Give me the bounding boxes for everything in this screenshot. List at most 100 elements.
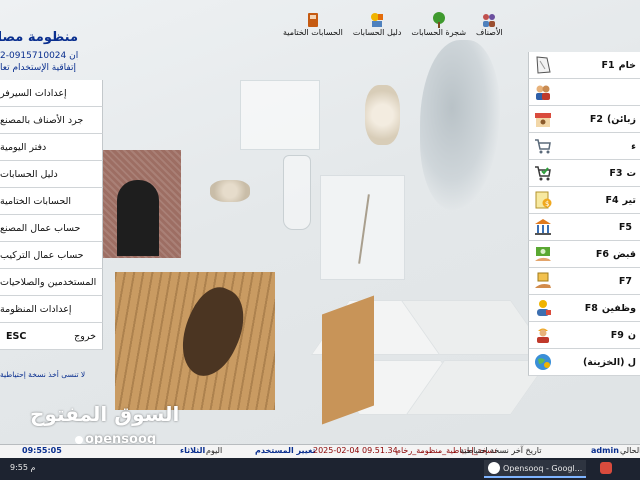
status-last-backup-label: تاريخ آخر نسخة إحتياطية <box>460 446 542 455</box>
taskbar-clock[interactable]: 9:55 م <box>10 463 35 472</box>
status-time: 09:55:05 <box>22 446 62 455</box>
taskbar-browser-button[interactable]: Opensooq - Googl... <box>484 460 587 478</box>
user-info: مروان 0915710024-2 <box>0 51 78 61</box>
watermark-dot-icon <box>75 435 83 444</box>
menu-shop[interactable]: F2 زبائن) <box>528 106 640 133</box>
toolbar-accounts-guide-button[interactable]: دليل الحسابات <box>350 12 405 44</box>
shortcut-key: F7 <box>618 275 632 287</box>
menu-receipts[interactable]: F6 قبض <box>528 241 640 268</box>
toolbar-label: شجرة الحسابات <box>411 28 467 37</box>
background-bottle <box>283 155 311 230</box>
menu-accounts-guide[interactable]: دليل الحسابات <box>0 161 103 188</box>
shortcut-key: F2 <box>589 113 603 125</box>
shortcut-key: F3 <box>609 167 623 179</box>
menu-closing-accounts[interactable]: الحسابات الختامية <box>0 188 103 215</box>
app-title: منظومة مصانع <box>0 30 78 45</box>
customers-icon <box>532 81 554 103</box>
menu-bank[interactable]: F5 <box>528 214 640 241</box>
items-people-icon <box>480 12 498 28</box>
menu-workers[interactable]: F9 ن <box>528 322 640 349</box>
menu-daily-journal[interactable]: دفتر اليومية <box>0 134 103 161</box>
watermark-arabic: السوق المفتوح <box>30 402 180 426</box>
svg-text:$: $ <box>545 200 549 208</box>
tree-icon <box>430 12 448 28</box>
menu-label: خام <box>618 59 636 71</box>
menu-users-permissions[interactable]: المستخدمين والصلاحيات <box>0 269 103 296</box>
exit-label: خروج <box>74 330 96 342</box>
menu-invoices[interactable]: $ F4 تير <box>528 187 640 214</box>
worker-icon <box>532 324 554 346</box>
invoice-dollar-icon: $ <box>532 189 554 211</box>
toolbar-label: الحسابات الختامية <box>283 28 343 37</box>
menu-label: وظفين <box>601 302 636 314</box>
toolbar-tree-button[interactable]: شجرة الحسابات <box>408 12 469 44</box>
windows-taskbar: 9:55 م Opensooq - Googl... <box>0 458 640 480</box>
exit-shortcut: ESC <box>6 330 27 342</box>
status-user: admin <box>591 446 619 455</box>
menu-server-settings[interactable]: إعدادات السيرفر <box>0 80 103 107</box>
marble-slab-icon <box>532 54 554 76</box>
receipt-hand-icon <box>532 243 554 265</box>
menu-label: قبض <box>612 248 636 260</box>
menu-payments[interactable]: F7 <box>528 268 640 295</box>
license-link[interactable]: إتفاقية الإستخدام تعا <box>0 63 78 73</box>
cart-check-icon <box>532 162 554 184</box>
shortcut-key: F5 <box>618 221 632 233</box>
menu-employees[interactable]: F8 وظفين <box>528 295 640 322</box>
backup-reminder: لا تنسى أخذ نسخة إحتياطية <box>0 370 86 379</box>
menu-installation-workers[interactable]: حساب عمال التركيب <box>0 242 103 269</box>
background-photo <box>103 150 181 258</box>
background-flower <box>365 85 400 145</box>
background-wood-slab <box>115 272 275 410</box>
toolbar-items-button[interactable]: الأصناف <box>473 12 506 44</box>
change-user-link[interactable]: تغيير المستخدم <box>255 446 316 455</box>
left-menu: إعدادات السيرفر جرد الأصناف بالمصنع دفتر… <box>0 80 103 350</box>
right-menu: F1 خام F2 زبائن) ء F3 ت $ F4 تير F5 F6 ق… <box>528 52 640 376</box>
taskbar-app-button[interactable] <box>596 460 616 478</box>
browser-icon <box>488 462 500 474</box>
shortcut-key: F9 <box>610 329 624 341</box>
background-tile <box>322 295 374 425</box>
menu-factory-workers[interactable]: حساب عمال المصنع <box>0 215 103 242</box>
top-toolbar: الأصناف شجرة الحسابات دليل الحسابات الحس… <box>280 12 506 44</box>
background-glass <box>240 80 320 150</box>
closing-book-icon <box>304 12 322 28</box>
menu-customers[interactable] <box>528 79 640 106</box>
background-tile <box>320 360 480 415</box>
background-tile <box>400 300 550 355</box>
shortcut-key: F8 <box>584 302 598 314</box>
background-marble <box>420 40 500 210</box>
status-day-value: الثلاثاء <box>180 446 206 455</box>
status-day-label: اليوم <box>206 446 223 455</box>
app-icon <box>600 462 612 474</box>
bank-icon <box>532 216 554 238</box>
accounts-guide-icon <box>368 12 386 28</box>
cart-icon <box>532 135 554 157</box>
background-frame <box>320 175 405 280</box>
exit-button[interactable]: ESC خروج <box>0 323 103 350</box>
shortcut-key: F6 <box>595 248 609 260</box>
shortcut-key: F4 <box>605 194 619 206</box>
status-backup-stamp: 2025-02-04 09.51.34 <box>313 446 398 455</box>
menu-label: ن <box>627 329 636 341</box>
menu-system-settings[interactable]: إعدادات المنظومة <box>0 296 103 323</box>
menu-label: زبائن) <box>606 113 636 125</box>
shop-icon <box>532 108 554 130</box>
menu-label: ت <box>626 167 636 179</box>
menu-sales[interactable]: F3 ت <box>528 160 640 187</box>
menu-label: تير <box>622 194 636 206</box>
menu-purchases[interactable]: ء <box>528 133 640 160</box>
status-current-label: الحالي <box>620 446 640 455</box>
menu-factory-inventory[interactable]: جرد الأصناف بالمصنع <box>0 107 103 134</box>
menu-label: ل (الخزينة) <box>582 356 636 368</box>
menu-label: ء <box>631 140 636 152</box>
background-tile <box>310 300 480 355</box>
toolbar-label: الأصناف <box>476 28 503 37</box>
toolbar-closing-accounts-button[interactable]: الحسابات الختامية <box>280 12 346 44</box>
menu-treasury[interactable]: ل (الخزينة) <box>528 349 640 376</box>
background-pebbles <box>210 180 250 202</box>
menu-raw-materials[interactable]: F1 خام <box>528 52 640 79</box>
money-hand-icon <box>532 270 554 292</box>
shortcut-key: F1 <box>601 59 615 71</box>
toolbar-label: دليل الحسابات <box>352 28 402 37</box>
